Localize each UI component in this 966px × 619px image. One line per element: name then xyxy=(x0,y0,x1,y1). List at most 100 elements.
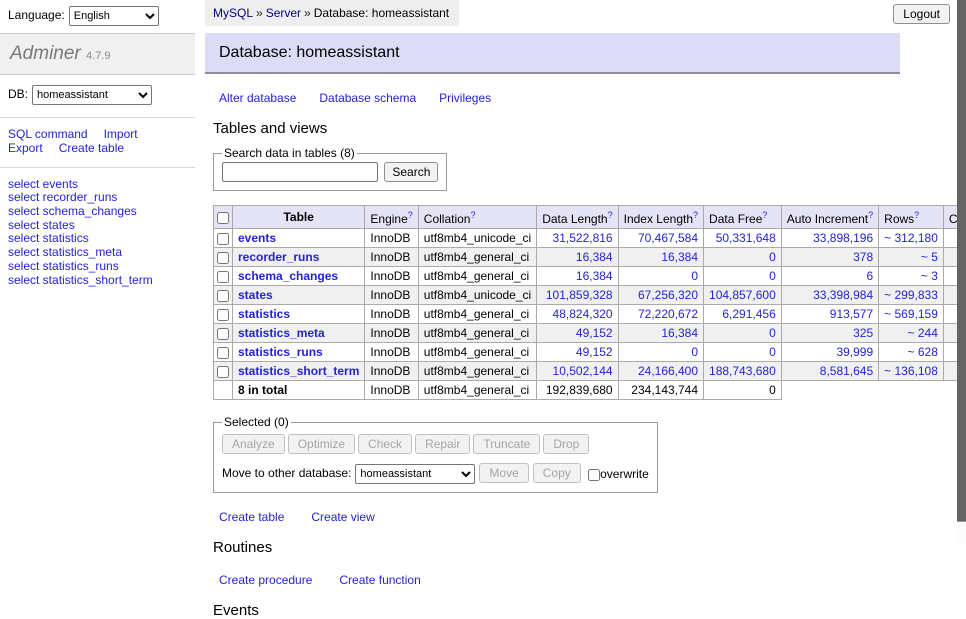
move-db-select[interactable]: homeassistant xyxy=(355,464,475,484)
database-action-link[interactable]: Alter database xyxy=(219,91,296,105)
row-checkbox[interactable] xyxy=(217,309,229,321)
row-checkbox[interactable] xyxy=(217,252,229,264)
auto-increment-link[interactable]: 33,398,984 xyxy=(813,288,873,302)
bulk-action-button[interactable]: Check xyxy=(358,434,412,454)
sidebar-action-link[interactable]: SQL command xyxy=(8,127,88,141)
auto-increment-link[interactable]: 8,581,645 xyxy=(820,364,873,378)
data-free-link[interactable]: 104,857,600 xyxy=(709,288,776,302)
bulk-action-button[interactable]: Repair xyxy=(415,434,470,454)
index-length-link[interactable]: 67,256,320 xyxy=(638,288,698,302)
vertical-scrollbar[interactable] xyxy=(957,0,966,543)
sidebar-table-link[interactable]: select schema_changes xyxy=(8,204,137,218)
sidebar-action-link[interactable]: Create table xyxy=(59,141,124,155)
create-link[interactable]: Create view xyxy=(311,510,374,524)
data-free-link[interactable]: 0 xyxy=(769,345,776,359)
auto-increment-link[interactable]: 33,898,196 xyxy=(813,231,873,245)
search-input[interactable] xyxy=(222,162,378,182)
language-select[interactable]: English xyxy=(69,6,159,26)
table-name-link[interactable]: events xyxy=(238,231,276,245)
column-help-link[interactable]: ? xyxy=(693,210,698,220)
table-name-link[interactable]: schema_changes xyxy=(238,269,338,283)
row-checkbox[interactable] xyxy=(217,271,229,283)
rows-link[interactable]: ~ 312,180 xyxy=(884,231,938,245)
sidebar-table-link[interactable]: select statistics_short_term xyxy=(8,273,153,287)
auto-increment-link[interactable]: 6 xyxy=(866,269,873,283)
auto-increment-link[interactable]: 39,999 xyxy=(836,345,873,359)
auto-increment-link[interactable]: 378 xyxy=(853,250,873,264)
column-help-link[interactable]: ? xyxy=(914,210,919,220)
row-checkbox[interactable] xyxy=(217,328,229,340)
row-checkbox[interactable] xyxy=(217,366,229,378)
data-free-link[interactable]: 0 xyxy=(769,250,776,264)
table-name-link[interactable]: recorder_runs xyxy=(238,250,319,264)
data-length-link[interactable]: 48,824,320 xyxy=(553,307,613,321)
sidebar-action-link[interactable]: Import xyxy=(104,127,138,141)
data-length-link[interactable]: 16,384 xyxy=(576,269,613,283)
rows-link[interactable]: ~ 628 xyxy=(908,345,938,359)
data-length-link[interactable]: 101,859,328 xyxy=(546,288,613,302)
row-checkbox[interactable] xyxy=(217,347,229,359)
breadcrumb-link[interactable]: Server xyxy=(266,6,301,20)
auto-increment-link[interactable]: 913,577 xyxy=(830,307,873,321)
database-action-link[interactable]: Privileges xyxy=(439,91,491,105)
data-length-link[interactable]: 16,384 xyxy=(576,250,613,264)
create-link[interactable]: Create table xyxy=(219,510,284,524)
bulk-action-button[interactable]: Drop xyxy=(543,434,589,454)
overwrite-checkbox[interactable] xyxy=(588,469,600,481)
row-checkbox[interactable] xyxy=(217,233,229,245)
table-name-link[interactable]: states xyxy=(238,288,273,302)
database-action-link[interactable]: Database schema xyxy=(319,91,416,105)
column-help-link[interactable]: ? xyxy=(762,210,767,220)
data-length-link[interactable]: 49,152 xyxy=(576,345,613,359)
column-help-link[interactable]: ? xyxy=(408,210,413,220)
column-help-link[interactable]: ? xyxy=(608,210,613,220)
data-free-link[interactable]: 0 xyxy=(769,269,776,283)
rows-link[interactable]: ~ 244 xyxy=(908,326,938,340)
select-all-checkbox[interactable] xyxy=(217,212,229,224)
search-button[interactable]: Search xyxy=(384,162,438,182)
index-length-link[interactable]: 0 xyxy=(691,345,698,359)
bulk-action-button[interactable]: Truncate xyxy=(473,434,540,454)
index-length-link[interactable]: 70,467,584 xyxy=(638,231,698,245)
sidebar-table-link[interactable]: select events xyxy=(8,177,78,191)
routine-create-link[interactable]: Create function xyxy=(339,573,420,587)
data-free-link[interactable]: 50,331,648 xyxy=(716,231,776,245)
index-length-link[interactable]: 24,166,400 xyxy=(638,364,698,378)
table-name-link[interactable]: statistics_runs xyxy=(238,345,323,359)
data-free-link[interactable]: 0 xyxy=(769,326,776,340)
auto-increment-link[interactable]: 325 xyxy=(853,326,873,340)
table-name-link[interactable]: statistics_short_term xyxy=(238,364,359,378)
scrollbar-thumb[interactable] xyxy=(957,0,966,522)
table-name-link[interactable]: statistics_meta xyxy=(238,326,325,340)
data-length-link[interactable]: 31,522,816 xyxy=(553,231,613,245)
sidebar-table-link[interactable]: select states xyxy=(8,218,75,232)
sidebar-table-link[interactable]: select recorder_runs xyxy=(8,190,117,204)
table-name-link[interactable]: statistics xyxy=(238,307,290,321)
logout-button[interactable]: Logout xyxy=(893,4,950,24)
rows-link[interactable]: ~ 5 xyxy=(921,250,938,264)
routine-create-link[interactable]: Create procedure xyxy=(219,573,312,587)
sidebar-table-link[interactable]: select statistics xyxy=(8,231,89,245)
sidebar-action-link[interactable]: Export xyxy=(8,141,43,155)
data-length-link[interactable]: 49,152 xyxy=(576,326,613,340)
column-help-link[interactable]: ? xyxy=(470,210,475,220)
data-free-link[interactable]: 188,743,680 xyxy=(709,364,776,378)
move-copy-button[interactable]: Copy xyxy=(533,463,581,483)
row-checkbox[interactable] xyxy=(217,290,229,302)
index-length-link[interactable]: 0 xyxy=(691,269,698,283)
sidebar-table-link[interactable]: select statistics_runs xyxy=(8,259,119,273)
index-length-link[interactable]: 72,220,672 xyxy=(638,307,698,321)
bulk-action-button[interactable]: Optimize xyxy=(288,434,355,454)
rows-link[interactable]: ~ 569,159 xyxy=(884,307,938,321)
index-length-link[interactable]: 16,384 xyxy=(661,250,698,264)
data-free-link[interactable]: 6,291,456 xyxy=(722,307,775,321)
move-copy-button[interactable]: Move xyxy=(479,463,528,483)
db-select[interactable]: homeassistant xyxy=(32,85,152,105)
data-length-link[interactable]: 10,502,144 xyxy=(553,364,613,378)
rows-link[interactable]: ~ 3 xyxy=(921,269,938,283)
bulk-action-button[interactable]: Analyze xyxy=(222,434,285,454)
sidebar-table-link[interactable]: select statistics_meta xyxy=(8,245,122,259)
index-length-link[interactable]: 16,384 xyxy=(661,326,698,340)
column-help-link[interactable]: ? xyxy=(868,210,873,220)
rows-link[interactable]: ~ 136,108 xyxy=(884,364,938,378)
